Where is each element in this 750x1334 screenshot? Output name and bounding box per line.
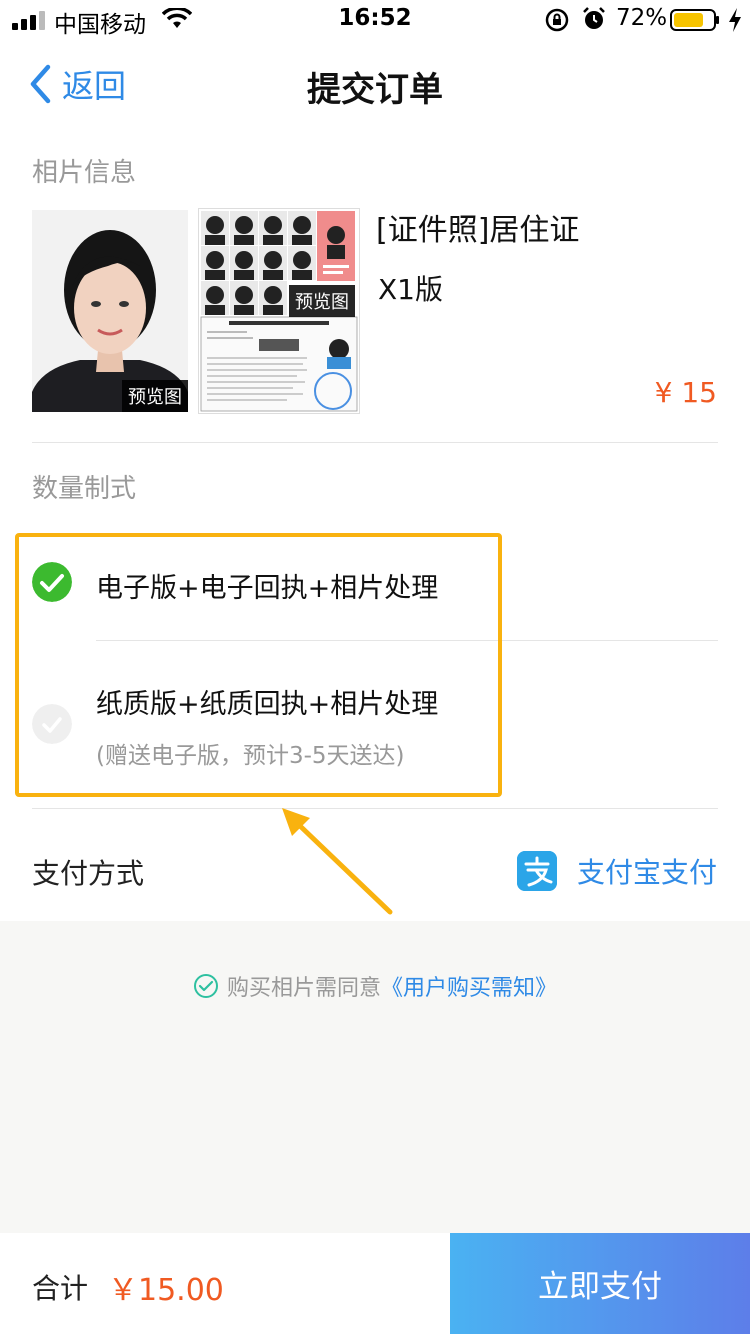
total-amount: ￥15.00	[108, 1273, 224, 1308]
payment-method-label: 支付宝支付	[576, 856, 717, 889]
battery-icon	[670, 9, 719, 31]
preview-tag-2: 预览图	[289, 285, 355, 317]
arrow-annotation	[282, 808, 393, 915]
photo-info-label: 相片信息	[32, 158, 137, 188]
charging-icon	[729, 8, 741, 32]
agreement-text: 购买相片需同意	[226, 976, 381, 1001]
page-title: 提交订单	[307, 70, 443, 110]
portrait-preview[interactable]: 预览图	[32, 210, 188, 412]
pay-now-button[interactable]: 立即支付	[450, 1233, 750, 1334]
payment-method-button[interactable]: 支付宝支付	[516, 850, 717, 892]
status-bar: 中国移动 16:52 72%	[0, 0, 750, 40]
total-label: 合计	[32, 1272, 89, 1305]
photo-sheet-preview[interactable]: 预览图	[198, 208, 360, 414]
battery-percent: 72%	[616, 5, 668, 31]
content-background	[0, 921, 750, 1233]
alipay-icon	[516, 851, 557, 891]
bottom-bar: 合计 ￥15.00 立即支付	[0, 1233, 750, 1334]
highlight-frame	[15, 533, 502, 797]
product-spec: X1版	[378, 273, 443, 306]
preview-tag: 预览图	[122, 380, 188, 412]
nav-bar: 返回 提交订单	[0, 40, 750, 128]
product-title: [证件照]居住证	[376, 213, 580, 248]
quantity-label: 数量制式	[32, 474, 137, 504]
payment-label: 支付方式	[32, 857, 145, 890]
divider	[32, 442, 718, 443]
agreement: 购买相片需同意 《用户购买需知》	[0, 970, 750, 1002]
agree-check-icon[interactable]	[193, 973, 219, 999]
agreement-link[interactable]: 《用户购买需知》	[381, 970, 557, 1002]
alarm-icon	[583, 7, 605, 29]
orientation-lock-icon	[545, 8, 569, 32]
product-price: ¥ 15	[654, 376, 717, 409]
